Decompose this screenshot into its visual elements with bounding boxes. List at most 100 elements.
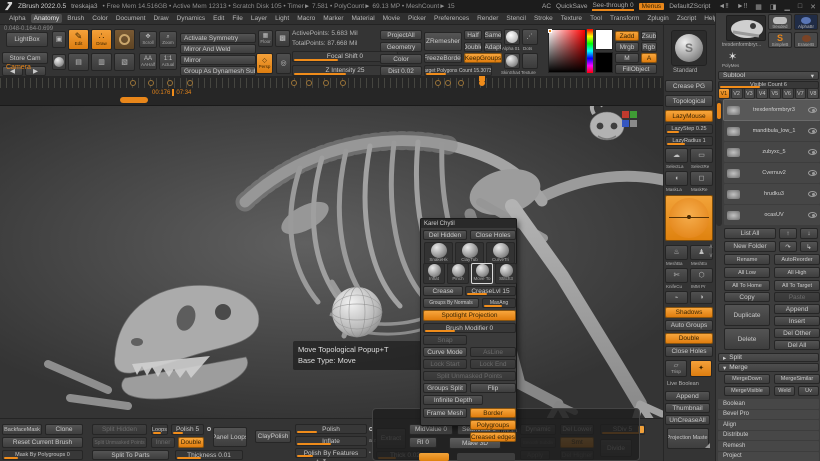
shadows-button[interactable]: Shadows bbox=[665, 307, 713, 318]
default-zscript-button[interactable]: DefaultZScript bbox=[669, 3, 710, 10]
topological-button[interactable]: Topological bbox=[665, 95, 713, 107]
canvas-icon-1[interactable]: ▤ bbox=[68, 53, 89, 71]
subtool-row[interactable]: trexdenformbryr3 bbox=[724, 100, 820, 120]
subtool-op-row[interactable]: Remesh bbox=[718, 441, 819, 451]
keyframe-marker[interactable] bbox=[167, 80, 173, 86]
subtool-action-button[interactable]: All To Target bbox=[774, 280, 820, 291]
keyframe-marker[interactable] bbox=[435, 80, 441, 86]
knife-cut-icon[interactable]: ✄ bbox=[665, 268, 688, 283]
a-button[interactable]: A bbox=[641, 53, 657, 63]
visibility-eye-icon[interactable] bbox=[808, 149, 817, 155]
freeze-border-button[interactable]: FreezeBorder bbox=[424, 53, 462, 63]
hide-ui-right-icon[interactable]: ►‼ bbox=[737, 3, 747, 10]
subtool-tab[interactable]: V8 bbox=[807, 88, 819, 99]
quicksave-button[interactable]: QuickSave bbox=[556, 3, 587, 10]
visibility-eye-icon[interactable] bbox=[808, 170, 817, 176]
projection-master-button[interactable]: Projection Master bbox=[667, 428, 709, 449]
dashed-line-icon[interactable]: ⌁ bbox=[665, 291, 688, 304]
keyframe-marker[interactable] bbox=[340, 80, 346, 86]
reset-current-brush-button[interactable]: Reset Current Brush bbox=[2, 437, 83, 448]
subtool-scrollbar[interactable] bbox=[716, 100, 722, 226]
thumbnail-button[interactable]: Thumbnail bbox=[665, 403, 710, 413]
subtool-op-row[interactable]: Project bbox=[718, 452, 819, 461]
lazyradius-slider[interactable]: LazyRadius 1 bbox=[665, 136, 713, 146]
subtool-tab[interactable]: V1 bbox=[718, 88, 730, 99]
close-holes-button[interactable]: Close Holes bbox=[665, 346, 713, 357]
imm-primitive-icon[interactable]: ⬡ bbox=[690, 268, 713, 283]
texture-thumbnail[interactable] bbox=[522, 53, 538, 69]
panel-divider[interactable]: ∧∨ bbox=[707, 243, 715, 269]
menu-item[interactable]: Movie bbox=[380, 14, 403, 23]
menu-item[interactable]: Material bbox=[349, 14, 378, 23]
canvas-icon-2[interactable]: ▥ bbox=[91, 53, 112, 71]
frame-mesh-button[interactable]: Frame Mesh bbox=[423, 408, 467, 418]
lock-icon[interactable]: ▣ bbox=[52, 31, 66, 48]
sphere-curve-icon[interactable]: ◑ bbox=[690, 291, 713, 304]
keyframe-marker[interactable] bbox=[187, 80, 193, 86]
ri-slider[interactable]: RI 0 bbox=[409, 437, 437, 448]
dynamesh-res-button[interactable]: Same bbox=[484, 30, 502, 40]
del-all-button[interactable]: Del All bbox=[774, 340, 820, 350]
symmetry-button[interactable]: Group As Dynamesh Sub bbox=[180, 66, 256, 76]
menu-item[interactable]: Anatomy bbox=[31, 14, 63, 23]
append-button[interactable]: Append bbox=[665, 391, 710, 401]
menu-item[interactable]: Render bbox=[474, 14, 501, 23]
alpha-brush-thumbnail[interactable]: AlphaBr bbox=[794, 14, 818, 30]
frame-mesh-option[interactable]: Creased edges bbox=[470, 432, 516, 442]
keyframe-marker[interactable] bbox=[148, 80, 154, 86]
insert-subtool-button[interactable]: Insert bbox=[774, 316, 820, 326]
subtool-tab[interactable]: V3 bbox=[744, 88, 756, 99]
split-unmasked-points-button[interactable]: Split Unmasked Points bbox=[92, 437, 147, 448]
keyframe-marker[interactable] bbox=[306, 80, 312, 86]
active-mode-icon[interactable]: ✦ bbox=[690, 360, 712, 377]
subtool-action-button[interactable]: All High bbox=[774, 267, 820, 278]
main-color-swatch[interactable] bbox=[595, 29, 613, 50]
inner-button[interactable]: Inner bbox=[151, 437, 175, 448]
brush-modifier-slider[interactable]: Brush Modifier 0 bbox=[423, 323, 516, 333]
menu-item[interactable]: Color bbox=[89, 14, 111, 23]
curve-mode-button[interactable]: Curve Mode bbox=[423, 347, 467, 357]
subtool-op-row[interactable]: Distribute bbox=[718, 431, 819, 441]
subtool-tab[interactable]: V2 bbox=[731, 88, 743, 99]
material-thumbnail[interactable] bbox=[504, 53, 520, 69]
zoom-canvas-button[interactable]: ⌕Zoom bbox=[159, 31, 177, 48]
keyframe-marker[interactable] bbox=[130, 80, 136, 86]
frame-mesh-option[interactable]: Border bbox=[470, 408, 516, 418]
keyframe-marker[interactable] bbox=[445, 80, 451, 86]
close-holes-button[interactable]: Close Holes bbox=[470, 230, 516, 240]
double-button[interactable]: Double bbox=[178, 437, 204, 448]
persp-button[interactable]: ◇Persp bbox=[256, 53, 273, 74]
tool-slot-thumbnail[interactable]: trexded bbox=[768, 14, 792, 30]
ac-button[interactable]: AC bbox=[542, 3, 551, 10]
folder-out-button[interactable]: ↷ bbox=[779, 241, 797, 252]
subtool-action-button[interactable]: All Low bbox=[724, 267, 770, 278]
split-hidden-button[interactable]: Split Hidden bbox=[92, 424, 147, 435]
geometry-column-button[interactable]: Color bbox=[380, 54, 422, 64]
aahalf-button[interactable]: AAAAHalf bbox=[139, 53, 157, 70]
merge-visible-button[interactable]: MergeVisible bbox=[724, 386, 770, 396]
crease-level-slider[interactable]: CreaseLvl 15 bbox=[465, 286, 516, 296]
symmetry-button[interactable]: Activate Symmetry bbox=[180, 33, 256, 43]
loops-slider[interactable]: Loops bbox=[151, 424, 168, 435]
subtool-row[interactable]: zubyxc_5 bbox=[724, 142, 820, 162]
groups-by-normals-button[interactable]: Groups By Normals bbox=[423, 298, 479, 308]
lock-end-button[interactable]: Lock End bbox=[470, 359, 516, 369]
keyframe-marker[interactable] bbox=[323, 80, 329, 86]
visibility-eye-icon[interactable] bbox=[808, 107, 817, 113]
canvas-icon-3[interactable]: ▧ bbox=[114, 53, 135, 71]
ui-split-icon[interactable]: ◨ bbox=[770, 3, 777, 11]
subtool-row[interactable]: Cvernuv2 bbox=[724, 163, 820, 183]
backface-mask-button[interactable]: BackfaceMask bbox=[2, 424, 42, 435]
edit-mode-button[interactable]: ✎Edit bbox=[68, 29, 89, 50]
split-section-header[interactable]: ▸Split bbox=[718, 353, 819, 362]
copy-button[interactable]: Copy bbox=[724, 292, 770, 302]
new-folder-button[interactable]: New Folder bbox=[724, 241, 776, 252]
visibility-eye-icon[interactable] bbox=[808, 128, 817, 134]
lazymouse-button[interactable]: LazyMouse bbox=[665, 110, 713, 122]
current-brush-thumbnail[interactable]: S bbox=[671, 30, 707, 66]
geometry-column-button[interactable]: ProjectAll bbox=[380, 30, 422, 40]
subtool-row[interactable]: ocasUV bbox=[724, 205, 820, 225]
stroke-thumbnail[interactable]: ⋰ bbox=[522, 29, 538, 45]
mask-rect-icon[interactable]: ◻ bbox=[690, 171, 713, 186]
subtool-tab[interactable]: V7 bbox=[795, 88, 807, 99]
